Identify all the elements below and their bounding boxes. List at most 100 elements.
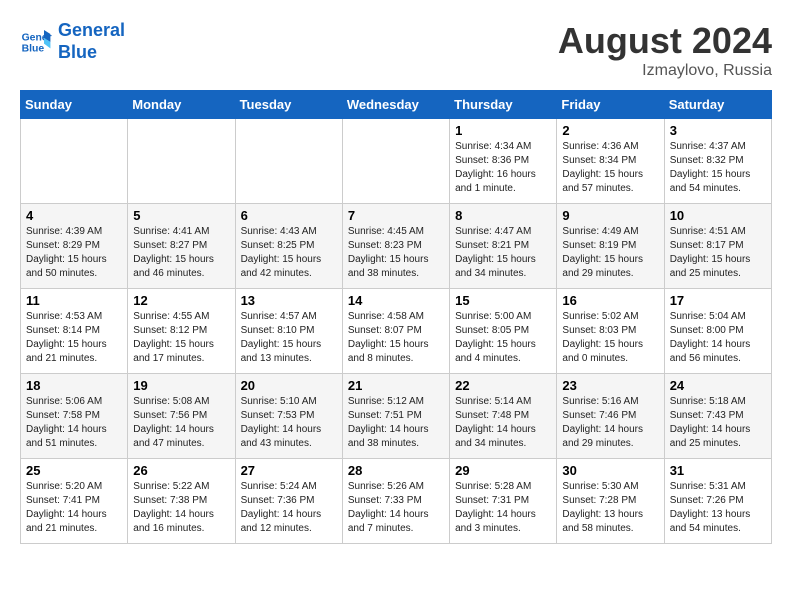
day-cell: 31Sunrise: 5:31 AMSunset: 7:26 PMDayligh… (664, 459, 771, 544)
calendar-subtitle: Izmaylovo, Russia (558, 62, 772, 80)
day-cell: 19 Sunrise: 5:08 AMSunset: 7:56 PMDayligh… (128, 374, 235, 459)
day-number: 21 (348, 378, 444, 393)
day-cell: 21 Sunrise: 5:12 AMSunset: 7:51 PMDayligh… (342, 374, 449, 459)
day-number: 15 (455, 293, 551, 308)
header-sunday: Sunday (21, 91, 128, 119)
day-cell: 16Sunrise: 5:02 AMSunset: 8:03 PMDayligh… (557, 289, 664, 374)
day-cell: 13 Sunrise: 4:57 AMSunset: 8:10 PMDayligh… (235, 289, 342, 374)
logo-line1: General (58, 20, 125, 40)
day-info: Sunrise: 4:43 AMSunset: 8:25 PMDaylight:… (241, 225, 337, 281)
day-info: Sunrise: 4:53 AMSunset: 8:14 PMDaylight:… (26, 310, 122, 366)
day-info: Sunrise: 5:22 AMSunset: 7:38 PMDaylight:… (133, 480, 229, 536)
calendar-table: SundayMondayTuesdayWednesdayThursdayFrid… (20, 90, 772, 544)
day-info: Sunrise: 4:49 AMSunset: 8:19 PMDaylight:… (562, 225, 658, 281)
day-number: 11 (26, 293, 122, 308)
day-info: Sunrise: 4:55 AMSunset: 8:12 PMDaylight:… (133, 310, 229, 366)
day-info: Sunrise: 5:10 AMSunset: 7:53 PMDaylight:… (241, 395, 337, 451)
header-row: SundayMondayTuesdayWednesdayThursdayFrid… (21, 91, 772, 119)
day-cell (21, 119, 128, 204)
day-info: Sunrise: 4:57 AMSunset: 8:10 PMDaylight:… (241, 310, 337, 366)
day-info: Sunrise: 5:26 AMSunset: 7:33 PMDaylight:… (348, 480, 444, 536)
week-row-3: 18 Sunrise: 5:06 AMSunset: 7:58 PMDayligh… (21, 374, 772, 459)
day-cell: 7 Sunrise: 4:45 AMSunset: 8:23 PMDaylight… (342, 204, 449, 289)
week-row-4: 25Sunrise: 5:20 AMSunset: 7:41 PMDayligh… (21, 459, 772, 544)
day-info: Sunrise: 4:45 AMSunset: 8:23 PMDaylight:… (348, 225, 444, 281)
day-cell: 23 Sunrise: 5:16 AMSunset: 7:46 PMDayligh… (557, 374, 664, 459)
day-number: 19 (133, 378, 229, 393)
day-cell: 1 Sunrise: 4:34 AMSunset: 8:36 PMDaylight… (450, 119, 557, 204)
day-number: 18 (26, 378, 122, 393)
day-cell: 27 Sunrise: 5:24 AMSunset: 7:36 PMDayligh… (235, 459, 342, 544)
day-cell: 17Sunrise: 5:04 AMSunset: 8:00 PMDayligh… (664, 289, 771, 374)
day-number: 5 (133, 208, 229, 223)
day-number: 4 (26, 208, 122, 223)
day-cell: 20 Sunrise: 5:10 AMSunset: 7:53 PMDayligh… (235, 374, 342, 459)
day-cell: 30 Sunrise: 5:30 AMSunset: 7:28 PMDayligh… (557, 459, 664, 544)
logo-icon: General Blue (20, 26, 52, 58)
day-number: 23 (562, 378, 658, 393)
day-number: 26 (133, 463, 229, 478)
day-cell: 26 Sunrise: 5:22 AMSunset: 7:38 PMDayligh… (128, 459, 235, 544)
day-number: 14 (348, 293, 444, 308)
day-info: Sunrise: 5:12 AMSunset: 7:51 PMDaylight:… (348, 395, 444, 451)
page-header: General Blue General Blue August 2024 Iz… (20, 20, 772, 80)
day-number: 28 (348, 463, 444, 478)
calendar-header: SundayMondayTuesdayWednesdayThursdayFrid… (21, 91, 772, 119)
header-saturday: Saturday (664, 91, 771, 119)
day-number: 22 (455, 378, 551, 393)
day-info: Sunrise: 5:30 AMSunset: 7:28 PMDaylight:… (562, 480, 658, 536)
day-number: 10 (670, 208, 766, 223)
day-info: Sunrise: 5:08 AMSunset: 7:56 PMDaylight:… (133, 395, 229, 451)
day-info: Sunrise: 5:24 AMSunset: 7:36 PMDaylight:… (241, 480, 337, 536)
day-number: 8 (455, 208, 551, 223)
day-info: Sunrise: 4:58 AMSunset: 8:07 PMDaylight:… (348, 310, 444, 366)
logo-text: General Blue (58, 20, 125, 63)
day-number: 2 (562, 123, 658, 138)
day-info: Sunrise: 4:47 AMSunset: 8:21 PMDaylight:… (455, 225, 551, 281)
day-number: 17 (670, 293, 766, 308)
day-number: 7 (348, 208, 444, 223)
day-info: Sunrise: 4:34 AMSunset: 8:36 PMDaylight:… (455, 140, 551, 196)
day-cell (128, 119, 235, 204)
day-cell: 6 Sunrise: 4:43 AMSunset: 8:25 PMDaylight… (235, 204, 342, 289)
day-info: Sunrise: 5:31 AMSunset: 7:26 PMDaylight:… (670, 480, 766, 536)
day-cell: 11 Sunrise: 4:53 AMSunset: 8:14 PMDayligh… (21, 289, 128, 374)
day-info: Sunrise: 4:36 AMSunset: 8:34 PMDaylight:… (562, 140, 658, 196)
header-monday: Monday (128, 91, 235, 119)
day-cell: 22 Sunrise: 5:14 AMSunset: 7:48 PMDayligh… (450, 374, 557, 459)
day-cell: 12 Sunrise: 4:55 AMSunset: 8:12 PMDayligh… (128, 289, 235, 374)
day-info: Sunrise: 5:14 AMSunset: 7:48 PMDaylight:… (455, 395, 551, 451)
day-info: Sunrise: 5:16 AMSunset: 7:46 PMDaylight:… (562, 395, 658, 451)
day-number: 6 (241, 208, 337, 223)
header-thursday: Thursday (450, 91, 557, 119)
day-cell: 8 Sunrise: 4:47 AMSunset: 8:21 PMDaylight… (450, 204, 557, 289)
day-number: 27 (241, 463, 337, 478)
header-wednesday: Wednesday (342, 91, 449, 119)
day-number: 30 (562, 463, 658, 478)
day-cell: 15Sunrise: 5:00 AMSunset: 8:05 PMDayligh… (450, 289, 557, 374)
week-row-0: 1 Sunrise: 4:34 AMSunset: 8:36 PMDaylight… (21, 119, 772, 204)
day-info: Sunrise: 4:41 AMSunset: 8:27 PMDaylight:… (133, 225, 229, 281)
day-cell: 24Sunrise: 5:18 AMSunset: 7:43 PMDayligh… (664, 374, 771, 459)
day-cell: 25Sunrise: 5:20 AMSunset: 7:41 PMDayligh… (21, 459, 128, 544)
day-cell (342, 119, 449, 204)
header-tuesday: Tuesday (235, 91, 342, 119)
day-cell: 18 Sunrise: 5:06 AMSunset: 7:58 PMDayligh… (21, 374, 128, 459)
day-cell: 10 Sunrise: 4:51 AMSunset: 8:17 PMDayligh… (664, 204, 771, 289)
day-number: 1 (455, 123, 551, 138)
day-number: 12 (133, 293, 229, 308)
day-info: Sunrise: 5:28 AMSunset: 7:31 PMDaylight:… (455, 480, 551, 536)
day-info: Sunrise: 4:39 AMSunset: 8:29 PMDaylight:… (26, 225, 122, 281)
title-block: August 2024 Izmaylovo, Russia (558, 20, 772, 80)
week-row-1: 4 Sunrise: 4:39 AMSunset: 8:29 PMDaylight… (21, 204, 772, 289)
day-number: 24 (670, 378, 766, 393)
day-cell: 9Sunrise: 4:49 AMSunset: 8:19 PMDaylight… (557, 204, 664, 289)
day-cell: 2 Sunrise: 4:36 AMSunset: 8:34 PMDaylight… (557, 119, 664, 204)
day-number: 13 (241, 293, 337, 308)
day-info: Sunrise: 4:51 AMSunset: 8:17 PMDaylight:… (670, 225, 766, 281)
day-info: Sunrise: 5:06 AMSunset: 7:58 PMDaylight:… (26, 395, 122, 451)
day-number: 20 (241, 378, 337, 393)
day-cell: 5 Sunrise: 4:41 AMSunset: 8:27 PMDaylight… (128, 204, 235, 289)
day-cell: 14 Sunrise: 4:58 AMSunset: 8:07 PMDayligh… (342, 289, 449, 374)
calendar-title: August 2024 (558, 20, 772, 62)
